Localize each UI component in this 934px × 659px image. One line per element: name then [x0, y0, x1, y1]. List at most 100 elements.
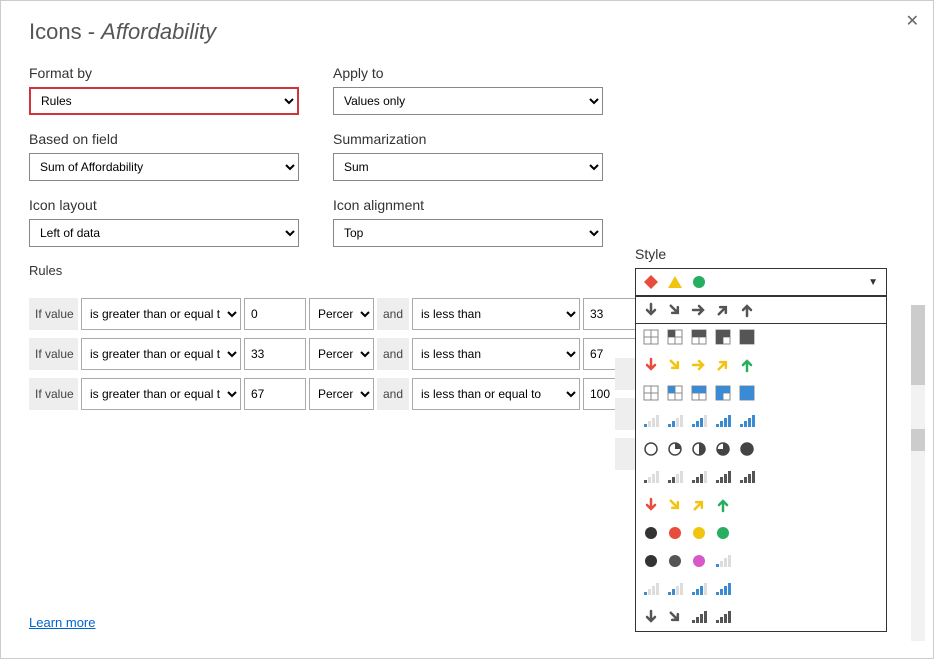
quad-3-gray-icon	[714, 328, 732, 346]
icon-alignment-label: Icon alignment	[333, 197, 603, 213]
blank-icon	[738, 496, 756, 514]
style-option[interactable]	[636, 547, 886, 575]
blank-icon	[738, 524, 756, 542]
pie-q1-icon	[666, 440, 684, 458]
quad-full-blue-icon	[738, 384, 756, 402]
arrow-down-red-icon	[642, 356, 660, 374]
rule-value1-input[interactable]	[244, 378, 306, 410]
quad-2-gray-icon	[690, 328, 708, 346]
quad-1-blue-icon	[666, 384, 684, 402]
rule-op1-select[interactable]: is greater than or equal to	[81, 378, 241, 410]
apply-to-select[interactable]: Values only	[333, 87, 603, 115]
bars-4-gray-icon	[714, 468, 732, 486]
arrow-dr-gray-icon	[666, 608, 684, 626]
rule-op1-select[interactable]: is greater than or equal to	[81, 338, 241, 370]
style-option[interactable]	[636, 603, 886, 631]
rule-op2-select[interactable]: is less than	[412, 338, 580, 370]
scrollbar[interactable]	[911, 305, 925, 641]
circle-dark-icon	[642, 524, 660, 542]
style-option[interactable]	[636, 435, 886, 463]
triangle-yellow-icon	[666, 273, 684, 291]
arrow-ur-gray-icon	[714, 301, 732, 319]
summarization-select[interactable]: Sum	[333, 153, 603, 181]
dialog-title: Icons - Affordability	[29, 19, 905, 45]
if-value-label: If value	[29, 338, 78, 370]
if-value-label: If value	[29, 378, 78, 410]
circle-dark-icon	[642, 552, 660, 570]
style-option[interactable]	[636, 575, 886, 603]
bars-1-blue-icon	[714, 552, 732, 570]
style-dropdown	[635, 296, 887, 632]
style-select[interactable]: ▼	[635, 268, 887, 296]
summarization-label: Summarization	[333, 131, 603, 147]
rule-value1-input[interactable]	[244, 338, 306, 370]
arrow-dr-yellow-icon	[666, 356, 684, 374]
rule-action-stub[interactable]	[615, 398, 635, 430]
format-by-select[interactable]: Rules	[29, 87, 299, 115]
and-label: and	[377, 378, 409, 410]
rule-op2-select[interactable]: is less than	[412, 298, 580, 330]
rule-unit-select[interactable]: Percent	[309, 298, 374, 330]
style-option[interactable]	[636, 519, 886, 547]
bars-2-gray-icon	[666, 468, 684, 486]
apply-to-label: Apply to	[333, 65, 603, 81]
icon-layout-select[interactable]: Left of data	[29, 219, 299, 247]
style-option[interactable]	[636, 407, 886, 435]
pie-full-icon	[738, 440, 756, 458]
circle-pink-icon	[690, 552, 708, 570]
bars-3-blue-icon	[690, 412, 708, 430]
close-button[interactable]: ✕	[906, 11, 919, 31]
pie-empty-icon	[642, 440, 660, 458]
learn-more-link[interactable]: Learn more	[29, 615, 95, 630]
rule-op1-select[interactable]: is greater than or equal to	[81, 298, 241, 330]
scroll-thumb[interactable]	[911, 305, 925, 385]
bars-1-blue-icon	[642, 580, 660, 598]
arrow-up-green-icon	[738, 356, 756, 374]
icons-dialog: ✕ Icons - Affordability Format by Rules …	[0, 0, 934, 659]
bars-5-gray-icon	[714, 608, 732, 626]
quad-empty-icon	[642, 384, 660, 402]
arrow-ur-yellow-icon	[690, 496, 708, 514]
icon-alignment-select[interactable]: Top	[333, 219, 603, 247]
if-value-label: If value	[29, 298, 78, 330]
bars-1-blue-icon	[642, 412, 660, 430]
based-on-field-label: Based on field	[29, 131, 299, 147]
circle-green-icon	[690, 273, 708, 291]
bars-4-blue-icon	[714, 580, 732, 598]
rule-action-stub[interactable]	[615, 358, 635, 390]
circle-green-icon	[714, 524, 732, 542]
circle-gray-icon	[666, 552, 684, 570]
arrow-right-yellow-icon	[690, 356, 708, 374]
blank-icon	[738, 552, 756, 570]
arrow-down-gray-icon	[642, 301, 660, 319]
rule-action-stub[interactable]	[615, 438, 635, 470]
circle-yellow-icon	[690, 524, 708, 542]
quad-1-gray-icon	[666, 328, 684, 346]
style-option[interactable]	[635, 296, 887, 324]
format-by-label: Format by	[29, 65, 299, 81]
bars-2-blue-icon	[666, 580, 684, 598]
style-option[interactable]	[636, 463, 886, 491]
rule-op2-select[interactable]: is less than or equal to	[412, 378, 580, 410]
quad-2-blue-icon	[690, 384, 708, 402]
bars-2-blue-icon	[666, 412, 684, 430]
scroll-thumb[interactable]	[911, 429, 925, 451]
and-label: and	[377, 338, 409, 370]
style-option[interactable]	[636, 351, 886, 379]
rule-unit-select[interactable]: Percent	[309, 338, 374, 370]
style-option[interactable]	[636, 491, 886, 519]
title-prefix: Icons -	[29, 19, 101, 44]
style-option[interactable]	[636, 379, 886, 407]
pie-q3-icon	[714, 440, 732, 458]
rule-value1-input[interactable]	[244, 298, 306, 330]
arrow-dr-yellow-icon	[666, 496, 684, 514]
quad-empty-icon	[642, 328, 660, 346]
arrow-down-red-icon	[642, 496, 660, 514]
rule-unit-select[interactable]: Percent	[309, 378, 374, 410]
style-label: Style	[635, 246, 901, 262]
bars-1-gray-icon	[642, 468, 660, 486]
title-subject: Affordability	[101, 19, 216, 44]
based-on-field-select[interactable]: Sum of Affordability	[29, 153, 299, 181]
style-option[interactable]	[636, 323, 886, 351]
bars-5-blue-icon	[738, 412, 756, 430]
